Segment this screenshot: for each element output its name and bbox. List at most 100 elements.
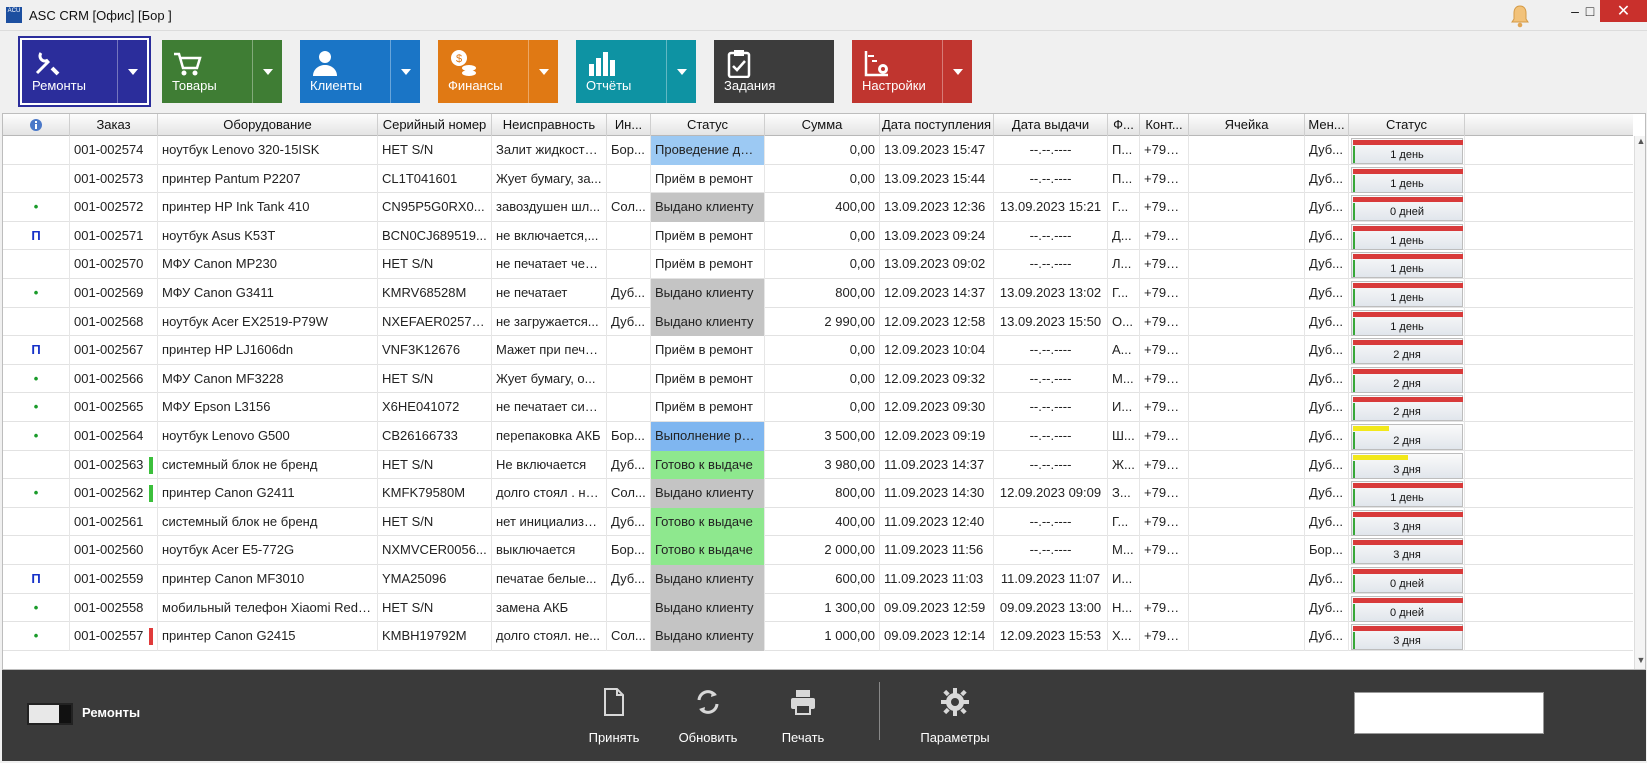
order-flag-marker <box>149 456 153 474</box>
toolbar-main-area[interactable]: Задания <box>714 40 811 103</box>
table-row[interactable]: • 001-002565 МФУ Epson L3156 X6HE041072 не п… <box>3 393 1633 422</box>
table-row[interactable]: • 001-002558 мобильный телефон Xiaomi Redm… <box>3 593 1633 623</box>
table-row[interactable]: 001-002574 ноутбук Lenovo 320-15ISK НЕТ S/… <box>3 136 1633 165</box>
serial-number: НЕТ S/N <box>378 250 492 279</box>
chevron-down-icon[interactable] <box>252 40 282 103</box>
toolbar-main-area[interactable]: Настройки <box>852 40 949 103</box>
toolbar-tasks-button[interactable]: Задания <box>714 40 834 103</box>
toolbar-main-area[interactable]: Ремонты <box>22 40 119 103</box>
column-header-3[interactable]: Серийный номер <box>378 114 492 136</box>
toolbar-main-area[interactable]: $ Финансы <box>438 40 535 103</box>
column-header-1[interactable]: Заказ <box>70 114 158 136</box>
date-received: 12.09.2023 09:32 <box>880 364 994 394</box>
storage-cell <box>1189 422 1305 451</box>
chevron-down-icon[interactable] <box>390 40 420 103</box>
column-header-13[interactable]: Мен... <box>1305 114 1349 136</box>
table-row[interactable]: П 001-002559 принтер Canon MF3010 YMA25096 п… <box>3 565 1633 594</box>
settings-button[interactable]: Параметры <box>910 684 1000 745</box>
date-issued: --.--.---- <box>994 221 1108 251</box>
contact: +797... <box>1140 479 1189 508</box>
refresh-button[interactable]: Обновить <box>668 684 748 745</box>
toolbar-clients-button[interactable]: Клиенты <box>300 40 420 103</box>
column-header-10[interactable]: Ф... <box>1108 114 1140 136</box>
notification-bell-icon[interactable] <box>1507 3 1533 29</box>
close-button[interactable]: ✕ <box>1600 0 1647 22</box>
table-row[interactable]: 001-002561 системный блок не бренд НЕТ S/N… <box>3 507 1633 537</box>
column-header-7[interactable]: Сумма <box>765 114 880 136</box>
column-header-11[interactable]: Конт... <box>1140 114 1189 136</box>
table-row[interactable]: • 001-002557 принтер Canon G2415 KMBH19792M… <box>3 622 1633 651</box>
toolbar-repairs-button[interactable]: Ремонты <box>20 38 149 105</box>
column-header-4[interactable]: Неисправность <box>492 114 607 136</box>
accept-button[interactable]: Принять <box>574 684 654 745</box>
table-row[interactable]: П 001-002567 принтер HP LJ1606dn VNF3K12676… <box>3 336 1633 365</box>
sum: 400,00 <box>765 507 880 537</box>
date-issued: 13.09.2023 15:21 <box>994 193 1108 222</box>
sum: 3 980,00 <box>765 450 880 480</box>
table-row[interactable]: • 001-002564 ноутбук Lenovo G500 CB26166733… <box>3 422 1633 451</box>
date-received: 11.09.2023 11:03 <box>880 565 994 594</box>
manager: Дуб... <box>1305 136 1349 165</box>
client-name: З... <box>1108 479 1140 508</box>
equipment: принтер Canon MF3010 <box>158 565 378 594</box>
date-received: 12.09.2023 10:04 <box>880 336 994 365</box>
sum: 0,00 <box>765 164 880 194</box>
toolbar-goods-button[interactable]: Товары <box>162 40 282 103</box>
age-label: 3 дня <box>1393 635 1421 648</box>
table-row[interactable]: П 001-002571 ноутбук Asus K53T BCN0CJ689519… <box>3 221 1633 251</box>
column-header-12[interactable]: Ячейка <box>1189 114 1305 136</box>
search-input[interactable] <box>1355 693 1543 733</box>
toolbar-label: Товары <box>172 78 217 93</box>
table-row[interactable]: • 001-002569 МФУ Canon G3411 KMRV68528M не п… <box>3 279 1633 308</box>
table-row[interactable]: • 001-002572 принтер HP Ink Tank 410 CN95P5… <box>3 193 1633 222</box>
column-header-0[interactable] <box>3 114 70 136</box>
table-row[interactable]: • 001-002562 принтер Canon G2411 KMFK79580M… <box>3 479 1633 508</box>
chevron-down-icon[interactable] <box>117 40 147 103</box>
repairs-toggle[interactable] <box>27 703 73 725</box>
column-header-14[interactable]: Статус <box>1349 114 1465 136</box>
date-received: 12.09.2023 12:58 <box>880 307 994 337</box>
order-number: 001-002570 <box>70 250 158 279</box>
toolbar-main-area[interactable]: Товары <box>162 40 259 103</box>
table-row[interactable]: 001-002568 ноутбук Acer EX2519-P79W NXEFAE… <box>3 307 1633 337</box>
order-number: 001-002557 <box>70 622 158 651</box>
table-row[interactable]: 001-002563 системный блок не бренд НЕТ S/N… <box>3 450 1633 480</box>
age-progress: 2 дня <box>1351 338 1463 365</box>
search-box[interactable] <box>1354 692 1544 734</box>
storage-cell <box>1189 536 1305 565</box>
column-header-5[interactable]: Ин... <box>607 114 651 136</box>
contact: +797... <box>1140 336 1189 365</box>
scroll-up-icon[interactable]: ▲ <box>1635 136 1645 150</box>
toolbar-reports-button[interactable]: Отчёты <box>576 40 696 103</box>
toolbar-main-area[interactable]: Отчёты <box>576 40 673 103</box>
main-toolbar: Ремонты Товары Клиенты $ Финансы Отчёты Задани… <box>0 31 1647 109</box>
toolbar-main-area[interactable]: Клиенты <box>300 40 397 103</box>
age-progress: 1 день <box>1351 481 1463 508</box>
tools-icon <box>35 52 60 76</box>
serial-number: YMA25096 <box>378 565 492 594</box>
age-bar <box>1353 254 1463 260</box>
chevron-down-icon[interactable] <box>666 40 696 103</box>
contact <box>1140 565 1189 594</box>
toolbar-settings-button[interactable]: Настройки <box>852 40 972 103</box>
column-header-2[interactable]: Оборудование <box>158 114 378 136</box>
order-number: 001-002562 <box>70 479 158 508</box>
print-button[interactable]: Печать <box>763 684 843 745</box>
column-header-9[interactable]: Дата выдачи <box>994 114 1108 136</box>
equipment: системный блок не бренд <box>158 450 378 480</box>
toolbar-finance-button[interactable]: $ Финансы <box>438 40 558 103</box>
table-row[interactable]: 001-002570 МФУ Canon MP230 НЕТ S/N не печат… <box>3 250 1633 279</box>
chevron-down-icon[interactable] <box>528 40 558 103</box>
sum: 0,00 <box>765 393 880 422</box>
table-row[interactable]: • 001-002566 МФУ Canon MF3228 НЕТ S/N Жует б… <box>3 364 1633 394</box>
chevron-down-icon[interactable] <box>942 40 972 103</box>
fault: печатае белые... <box>492 565 607 594</box>
scroll-down-icon[interactable]: ▼ <box>1635 655 1645 669</box>
column-header-8[interactable]: Дата поступления <box>880 114 994 136</box>
sum: 1 000,00 <box>765 622 880 651</box>
vertical-scrollbar[interactable]: ▲ ▼ <box>1634 136 1645 669</box>
column-header-6[interactable]: Статус <box>651 114 765 136</box>
table-row[interactable]: 001-002573 принтер Pantum P2207 CL1T041601… <box>3 164 1633 194</box>
client-name: Д... <box>1108 221 1140 251</box>
table-row[interactable]: 001-002560 ноутбук Acer E5-772G NXMVCER005… <box>3 536 1633 565</box>
